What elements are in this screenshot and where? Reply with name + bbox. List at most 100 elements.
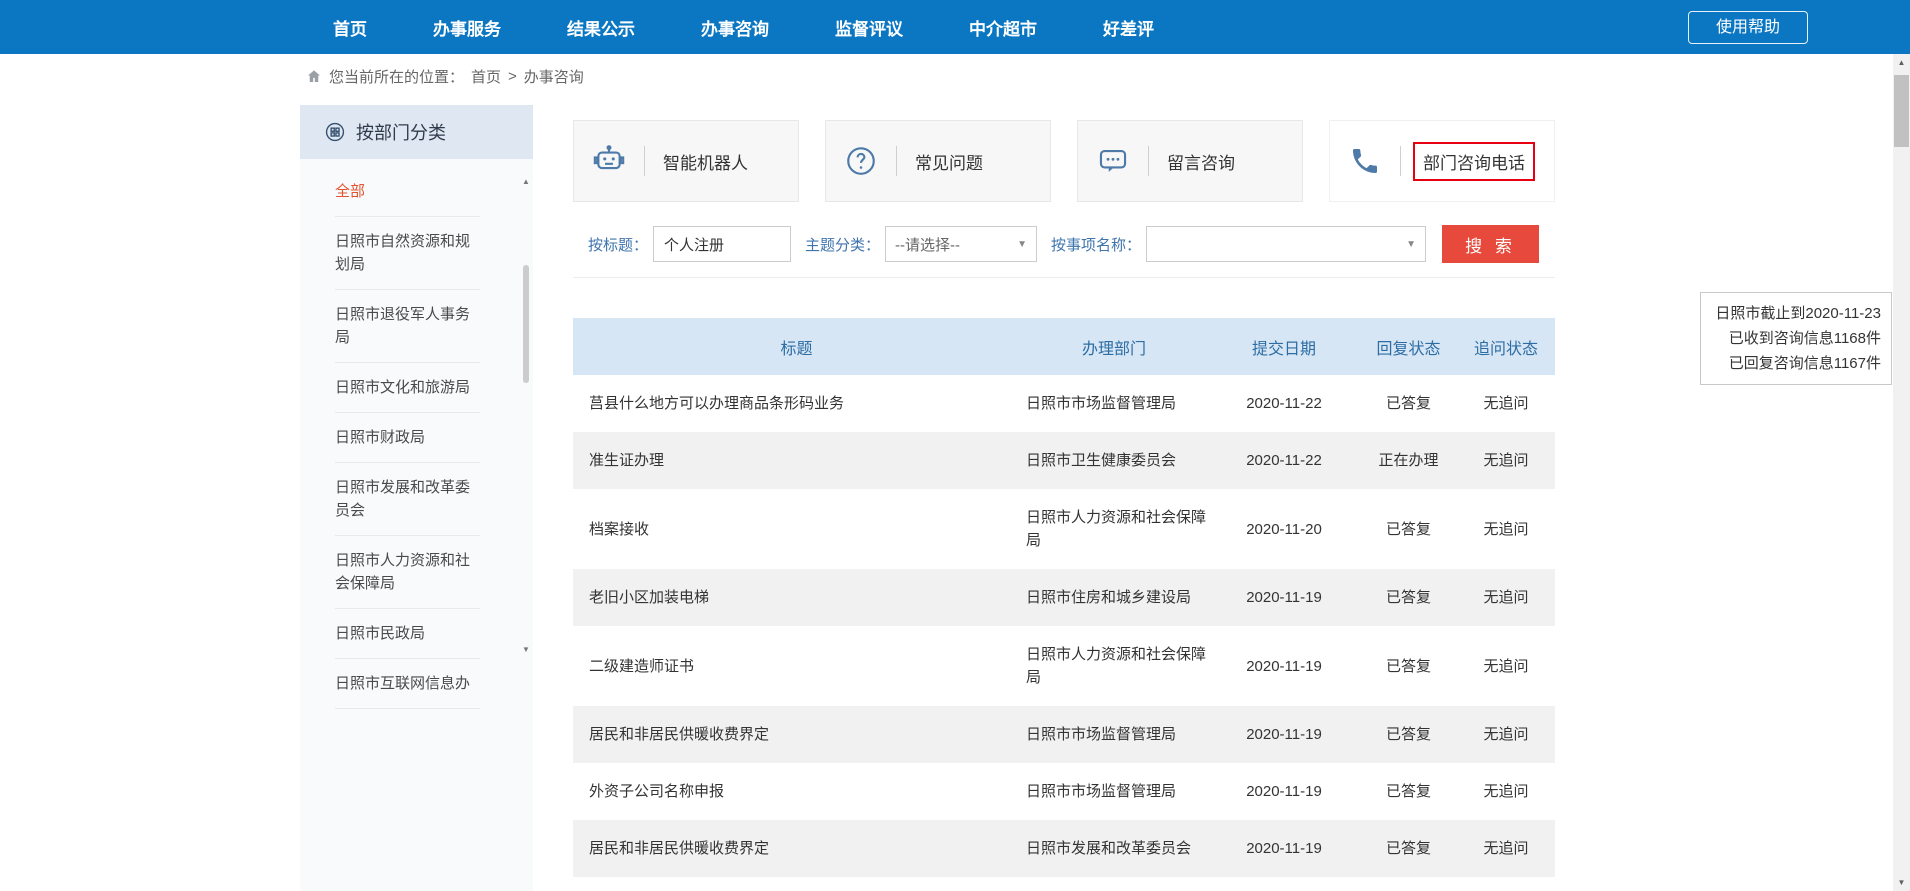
- sidebar-item[interactable]: 日照市退役军人事务局: [335, 290, 480, 363]
- main-content: 智能机器人 常见问题: [573, 120, 1555, 877]
- help-button[interactable]: 使用帮助: [1688, 11, 1808, 44]
- sidebar-scroll-thumb[interactable]: [523, 265, 529, 383]
- stats-line-2: 已收到咨询信息1168件: [1711, 326, 1881, 351]
- row-submit-date: 2020-11-22: [1208, 432, 1360, 489]
- divider: [1400, 146, 1401, 176]
- sidebar-item[interactable]: 全部: [335, 167, 480, 217]
- home-icon: [306, 68, 322, 84]
- sidebar-item[interactable]: 日照市人力资源和社会保障局: [335, 536, 480, 609]
- top-nav-bar: 首页 办事服务 结果公示 办事咨询 监督评议 中介超市 好差评 使用帮助: [0, 0, 1910, 54]
- breadcrumb-home-link[interactable]: 首页: [471, 66, 501, 87]
- sidebar-list: 全部 日照市自然资源和规划局 日照市退役军人事务局 日照市文化和旅游局 日照市财…: [335, 167, 485, 709]
- item-name-select[interactable]: ▼: [1146, 226, 1426, 262]
- row-followup-status: 无追问: [1457, 569, 1555, 626]
- search-button[interactable]: 搜 索: [1442, 225, 1539, 263]
- col-header-followup-status: 追问状态: [1457, 318, 1555, 375]
- sidebar-item[interactable]: 日照市民政局: [335, 609, 480, 659]
- category-select[interactable]: --请选择-- ▼: [885, 226, 1037, 262]
- tab-faq[interactable]: 常见问题: [825, 120, 1051, 202]
- row-reply-status: 已答复: [1360, 706, 1457, 763]
- row-submit-date: 2020-11-19: [1208, 763, 1360, 820]
- nav-item[interactable]: 监督评议: [835, 15, 903, 40]
- row-followup-status: 无追问: [1457, 820, 1555, 877]
- row-submit-date: 2020-11-20: [1208, 489, 1360, 569]
- table-row: 准生证办理 日照市卫生健康委员会 2020-11-22 正在办理 无追问: [573, 432, 1555, 489]
- row-department: 日照市卫生健康委员会: [1020, 432, 1208, 489]
- nav-item[interactable]: 好差评: [1103, 15, 1154, 40]
- row-title-link[interactable]: 老旧小区加装电梯: [573, 569, 1020, 626]
- row-reply-status: 已答复: [1360, 569, 1457, 626]
- nav-item[interactable]: 办事咨询: [701, 15, 769, 40]
- row-reply-status: 已答复: [1360, 763, 1457, 820]
- chevron-down-icon: ▼: [1017, 239, 1027, 250]
- breadcrumb-current: 办事咨询: [524, 66, 584, 87]
- row-title-link[interactable]: 外资子公司名称申报: [573, 763, 1020, 820]
- table-row: 老旧小区加装电梯 日照市住房和城乡建设局 2020-11-19 已答复 无追问: [573, 569, 1555, 626]
- row-title-link[interactable]: 莒县什么地方可以办理商品条形码业务: [573, 375, 1020, 432]
- row-followup-status: 无追问: [1457, 375, 1555, 432]
- sidebar-item[interactable]: 日照市财政局: [335, 413, 480, 463]
- row-reply-status: 已答复: [1360, 820, 1457, 877]
- question-icon: [826, 144, 896, 178]
- row-department: 日照市人力资源和社会保障局: [1020, 626, 1208, 706]
- consult-table: 标题 办理部门 提交日期 回复状态 追问状态 莒县什么地方可以办理商品条形码业务…: [573, 318, 1555, 877]
- scroll-up-icon[interactable]: ▲: [520, 177, 532, 187]
- sidebar-scrollbar[interactable]: ▲ ▼: [522, 177, 530, 655]
- table-row: 莒县什么地方可以办理商品条形码业务 日照市市场监督管理局 2020-11-22 …: [573, 375, 1555, 432]
- scroll-down-icon[interactable]: ▼: [1893, 874, 1910, 891]
- breadcrumb-separator: >: [508, 68, 517, 85]
- tab-smart-robot[interactable]: 智能机器人: [573, 120, 799, 202]
- table-row: 居民和非居民供暖收费界定 日照市发展和改革委员会 2020-11-19 已答复 …: [573, 820, 1555, 877]
- row-followup-status: 无追问: [1457, 763, 1555, 820]
- row-title-link[interactable]: 居民和非居民供暖收费界定: [573, 820, 1020, 877]
- scroll-up-icon[interactable]: ▲: [1893, 54, 1910, 71]
- row-department: 日照市市场监督管理局: [1020, 706, 1208, 763]
- row-title-link[interactable]: 居民和非居民供暖收费界定: [573, 706, 1020, 763]
- col-header-reply-status: 回复状态: [1360, 318, 1457, 375]
- page-scroll-thumb[interactable]: [1894, 75, 1909, 147]
- page-scrollbar[interactable]: ▲ ▼: [1893, 54, 1910, 891]
- tab-message-consult[interactable]: 留言咨询: [1077, 120, 1303, 202]
- row-followup-status: 无追问: [1457, 432, 1555, 489]
- row-title-link[interactable]: 档案接收: [573, 489, 1020, 569]
- category-select-value: --请选择--: [895, 234, 960, 255]
- row-department: 日照市住房和城乡建设局: [1020, 569, 1208, 626]
- row-title-link[interactable]: 准生证办理: [573, 432, 1020, 489]
- department-sidebar: 按部门分类 全部 日照市自然资源和规划局 日照市退役军人事务局 日照市文化和旅游…: [300, 105, 533, 891]
- consult-stats-box: 日照市截止到2020-11-23 已收到咨询信息1168件 已回复咨询信息116…: [1700, 292, 1892, 385]
- tab-faq-label: 常见问题: [897, 149, 983, 174]
- main-nav: 首页 办事服务 结果公示 办事咨询 监督评议 中介超市 好差评: [0, 0, 1910, 54]
- nav-item[interactable]: 结果公示: [567, 15, 635, 40]
- stats-line-1: 日照市截止到2020-11-23: [1711, 301, 1881, 326]
- title-filter-label: 按标题：: [588, 234, 648, 255]
- sidebar-item[interactable]: 日照市自然资源和规划局: [335, 217, 480, 290]
- title-search-input[interactable]: [653, 226, 791, 262]
- row-reply-status: 已答复: [1360, 489, 1457, 569]
- table-header-row: 标题 办理部门 提交日期 回复状态 追问状态: [573, 318, 1555, 375]
- row-title-link[interactable]: 二级建造师证书: [573, 626, 1020, 706]
- chevron-down-icon: ▼: [1406, 239, 1416, 250]
- scroll-down-icon[interactable]: ▼: [520, 645, 532, 655]
- row-submit-date: 2020-11-19: [1208, 706, 1360, 763]
- tab-smart-robot-label: 智能机器人: [645, 149, 748, 174]
- consult-channel-tabs: 智能机器人 常见问题: [573, 120, 1555, 202]
- tab-department-phone[interactable]: 部门咨询电话: [1329, 120, 1555, 202]
- row-followup-status: 无追问: [1457, 626, 1555, 706]
- item-filter-label: 按事项名称：: [1051, 234, 1141, 255]
- row-submit-date: 2020-11-19: [1208, 569, 1360, 626]
- nav-item[interactable]: 中介超市: [969, 15, 1037, 40]
- nav-item[interactable]: 首页: [333, 15, 367, 40]
- row-department: 日照市人力资源和社会保障局: [1020, 489, 1208, 569]
- col-header-date: 提交日期: [1208, 318, 1360, 375]
- breadcrumb: 您当前所在的位置： 首页 > 办事咨询: [0, 54, 1890, 98]
- message-icon: [1078, 144, 1148, 178]
- sidebar-item[interactable]: 日照市文化和旅游局: [335, 363, 480, 413]
- department-category-icon: [324, 121, 346, 143]
- phone-icon: [1330, 145, 1400, 177]
- nav-item[interactable]: 办事服务: [433, 15, 501, 40]
- sidebar-item[interactable]: 日照市互联网信息办: [335, 659, 480, 709]
- category-filter-label: 主题分类：: [805, 234, 880, 255]
- sidebar-item[interactable]: 日照市发展和改革委员会: [335, 463, 480, 536]
- row-department: 日照市市场监督管理局: [1020, 763, 1208, 820]
- tab-message-consult-label: 留言咨询: [1149, 149, 1235, 174]
